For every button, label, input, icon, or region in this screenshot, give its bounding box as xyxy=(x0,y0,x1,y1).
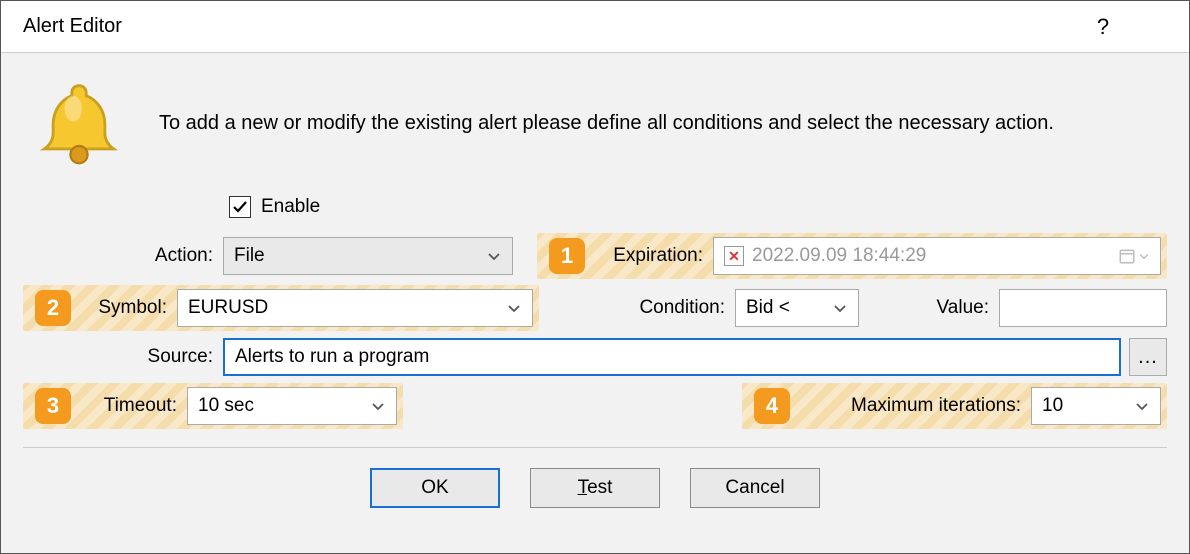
maxiter-value: 10 xyxy=(1042,395,1063,417)
ellipsis-icon: ... xyxy=(1138,346,1158,369)
source-row: Source: Alerts to run a program ... xyxy=(23,337,1167,377)
source-value: Alerts to run a program xyxy=(235,346,429,368)
checkmark-icon xyxy=(232,199,248,215)
chevron-down-icon xyxy=(824,300,848,316)
enable-label: Enable xyxy=(261,196,320,218)
calendar-icon[interactable] xyxy=(1118,247,1150,265)
maxiter-highlight: 4 Maximum iterations: 10 xyxy=(742,383,1167,429)
help-button[interactable]: ? xyxy=(1079,1,1127,53)
test-button[interactable]: Test xyxy=(530,468,660,508)
chevron-down-icon xyxy=(478,248,502,264)
maxiter-label: Maximum iterations: xyxy=(796,395,1031,417)
symbol-label: Symbol: xyxy=(77,297,177,319)
browse-button[interactable]: ... xyxy=(1129,338,1167,376)
expiration-field[interactable]: ✕ 2022.09.09 18:44:29 xyxy=(713,237,1161,275)
badge-4: 4 xyxy=(754,388,790,424)
action-combo[interactable]: File xyxy=(223,237,513,275)
clear-date-icon[interactable]: ✕ xyxy=(724,246,744,266)
action-expiration-row: Action: File 1 Expiration: ✕ 2022.09.09 … xyxy=(23,233,1167,279)
timeout-highlight: 3 Timeout: 10 sec xyxy=(23,383,403,429)
chevron-down-icon xyxy=(1126,398,1150,414)
badge-2: 2 xyxy=(35,290,71,326)
condition-label: Condition: xyxy=(617,297,735,319)
test-label: Test xyxy=(578,477,613,499)
value-input[interactable] xyxy=(999,289,1167,327)
enable-checkbox[interactable] xyxy=(229,196,251,218)
enable-row: Enable xyxy=(23,187,1167,227)
ok-label: OK xyxy=(421,477,448,499)
source-input[interactable]: Alerts to run a program xyxy=(223,338,1121,376)
intro-row: To add a new or modify the existing aler… xyxy=(23,77,1167,169)
timeout-value: 10 sec xyxy=(198,395,254,417)
badge-3: 3 xyxy=(35,388,71,424)
alert-editor-dialog: Alert Editor ? To add a new or modify th… xyxy=(0,0,1190,554)
source-label: Source: xyxy=(23,346,223,368)
action-value: File xyxy=(234,245,265,267)
symbol-row: 2 Symbol: EURUSD Condition: Bid < Value: xyxy=(23,285,1167,331)
close-button[interactable] xyxy=(1127,1,1175,53)
cancel-label: Cancel xyxy=(725,477,784,499)
symbol-value: EURUSD xyxy=(188,297,268,319)
chevron-down-icon xyxy=(498,300,522,316)
badge-1: 1 xyxy=(549,238,585,274)
symbol-highlight: 2 Symbol: EURUSD xyxy=(23,285,539,331)
expiration-value: 2022.09.09 18:44:29 xyxy=(752,245,926,267)
bell-icon xyxy=(33,77,125,169)
window-title: Alert Editor xyxy=(23,15,1079,38)
condition-value: Bid < xyxy=(746,297,790,319)
value-label: Value: xyxy=(859,297,999,319)
symbol-combo[interactable]: EURUSD xyxy=(177,289,533,327)
expiration-highlight: 1 Expiration: ✕ 2022.09.09 18:44:29 xyxy=(537,233,1167,279)
ok-button[interactable]: OK xyxy=(370,468,500,508)
timeout-row: 3 Timeout: 10 sec 4 Maximum iterations: … xyxy=(23,383,1167,429)
dialog-body: To add a new or modify the existing aler… xyxy=(1,53,1189,553)
maxiter-combo[interactable]: 10 xyxy=(1031,387,1161,425)
help-icon: ? xyxy=(1097,14,1109,40)
expiration-label: Expiration: xyxy=(591,245,713,267)
condition-combo[interactable]: Bid < xyxy=(735,289,859,327)
titlebar: Alert Editor ? xyxy=(1,1,1189,53)
chevron-down-icon xyxy=(362,398,386,414)
cancel-button[interactable]: Cancel xyxy=(690,468,820,508)
timeout-combo[interactable]: 10 sec xyxy=(187,387,397,425)
timeout-label: Timeout: xyxy=(77,395,187,417)
footer: OK Test Cancel xyxy=(23,448,1167,532)
intro-text: To add a new or modify the existing aler… xyxy=(159,112,1167,135)
action-label: Action: xyxy=(23,245,223,267)
